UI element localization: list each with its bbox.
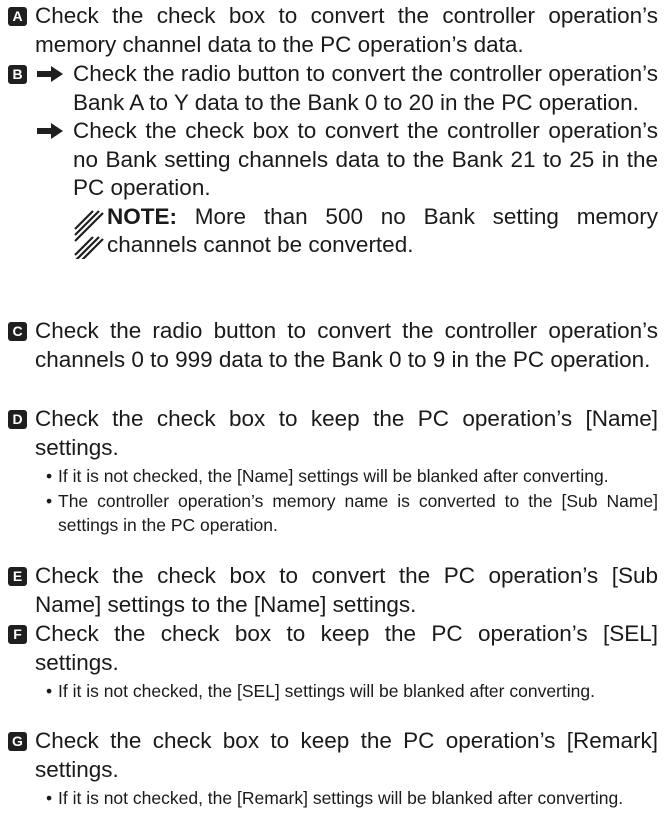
item-b-sub2: Check the check box to convert the contr… — [35, 117, 658, 264]
badge-b: B — [8, 65, 27, 84]
item-e-text: Check the check box to convert the PC op… — [35, 563, 658, 617]
item-b: B Check the radio button to convert the … — [8, 60, 658, 264]
list-item: • If it is not checked, the [Name] settin… — [46, 466, 609, 486]
note-hatch-icon — [73, 209, 104, 264]
item-d: D Check the check box to keep the PC ope… — [8, 405, 658, 538]
item-f-bullets: • If it is not checked, the [SEL] setting… — [46, 679, 658, 704]
item-b-sub1-text: Check the radio button to convert the co… — [73, 61, 658, 115]
note-label: NOTE: — [107, 203, 177, 229]
item-b-sub1: Check the radio button to convert the co… — [35, 60, 658, 117]
badge-g: G — [8, 732, 27, 751]
list-item: • The controller operation’s memory name … — [46, 490, 658, 536]
item-g-text: Check the check box to keep the PC opera… — [35, 728, 658, 782]
note-text: More than 500 no Bank setting memory cha… — [107, 203, 658, 258]
item-g-bullets: • If it is not checked, the [Remark] sett… — [46, 786, 658, 811]
item-f-text: Check the check box to keep the PC opera… — [35, 621, 658, 675]
item-d-bullets: • If it is not checked, the [Name] settin… — [46, 464, 658, 538]
item-g: G Check the check box to keep the PC ope… — [8, 727, 658, 811]
right-arrow-icon — [35, 117, 69, 145]
note-block: NOTE: More than 500 no Bank setting memo… — [73, 203, 658, 264]
badge-a: A — [8, 7, 27, 26]
item-a: A Check the check box to convert the con… — [8, 2, 658, 59]
badge-d: D — [8, 410, 27, 429]
item-d-text: Check the check box to keep the PC opera… — [35, 406, 658, 460]
item-f: F Check the check box to keep the PC ope… — [8, 620, 658, 704]
badge-f: F — [8, 625, 27, 644]
list-item: • If it is not checked, the [Remark] sett… — [46, 788, 624, 808]
right-arrow-icon — [35, 60, 69, 88]
badge-c: C — [8, 322, 27, 341]
item-b-sub2-text: Check the check box to convert the contr… — [73, 118, 658, 200]
manual-page: A Check the check box to convert the con… — [0, 0, 666, 825]
item-a-text: Check the check box to convert the contr… — [35, 3, 658, 57]
item-e: E Check the check box to convert the PC … — [8, 562, 658, 619]
item-c: C Check the radio button to convert the … — [8, 317, 658, 374]
badge-e: E — [8, 567, 27, 586]
item-c-text: Check the radio button to convert the co… — [35, 318, 658, 372]
list-item: • If it is not checked, the [SEL] setting… — [46, 681, 595, 701]
